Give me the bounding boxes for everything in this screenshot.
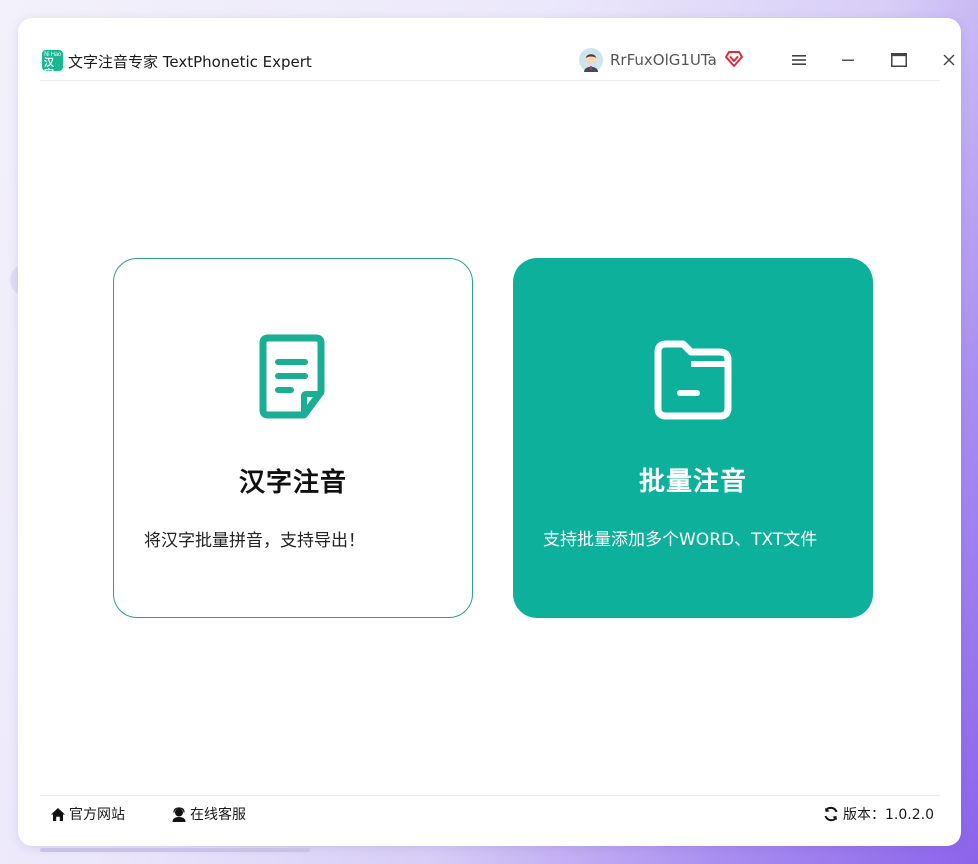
user-avatar-icon[interactable] bbox=[579, 48, 603, 72]
maximize-button[interactable] bbox=[885, 47, 913, 73]
card-description: 将汉字批量拼音，支持导出！ bbox=[144, 531, 365, 551]
main-content: 汉字注音 将汉字批量拼音，支持导出！ 批量注音 支持批量添加多个WORD、TXT… bbox=[40, 81, 940, 795]
document-icon bbox=[259, 334, 325, 419]
online-service-link[interactable]: 在线客服 bbox=[171, 804, 246, 824]
card-description: 支持批量添加多个WORD、TXT文件 bbox=[543, 530, 818, 550]
maximize-icon bbox=[891, 53, 907, 67]
folder-icon bbox=[654, 340, 732, 420]
refresh-icon[interactable] bbox=[823, 806, 839, 822]
app-window: Ni Hao 汉字 文字注音专家 TextPhonetic Expert RrF… bbox=[18, 18, 961, 846]
home-icon bbox=[51, 807, 65, 821]
version-label: 版本：1.0.2.0 bbox=[843, 807, 934, 823]
close-button[interactable] bbox=[935, 47, 961, 73]
scrollbar[interactable] bbox=[40, 848, 310, 852]
app-title: 文字注音专家 TextPhonetic Expert bbox=[68, 53, 312, 71]
card-title: 批量注音 bbox=[638, 467, 747, 497]
vip-badge-icon[interactable] bbox=[724, 49, 744, 69]
minimize-icon bbox=[842, 59, 854, 61]
batch-phonetic-card[interactable]: 批量注音 支持批量添加多个WORD、TXT文件 bbox=[513, 258, 873, 618]
customer-service-icon bbox=[172, 806, 186, 822]
close-icon bbox=[943, 54, 955, 66]
app-logo-icon: Ni Hao 汉字 bbox=[42, 50, 63, 71]
username[interactable]: RrFuxOlG1UTa bbox=[610, 51, 717, 69]
menu-icon bbox=[792, 55, 806, 65]
official-site-link[interactable]: 官方网站 bbox=[50, 804, 125, 824]
card-title: 汉字注音 bbox=[238, 468, 347, 498]
online-service-label: 在线客服 bbox=[190, 807, 246, 823]
chinese-phonetic-card[interactable]: 汉字注音 将汉字批量拼音，支持导出！ bbox=[113, 258, 473, 618]
title-bar: Ni Hao 汉字 文字注音专家 TextPhonetic Expert RrF… bbox=[40, 40, 955, 81]
version-info: 版本：1.0.2.0 bbox=[823, 804, 934, 824]
menu-button[interactable] bbox=[785, 47, 813, 73]
status-bar: 官方网站 在线客服 版本：1.0.2.0 bbox=[40, 795, 940, 828]
minimize-button[interactable] bbox=[834, 47, 862, 73]
official-site-label: 官方网站 bbox=[69, 807, 125, 823]
